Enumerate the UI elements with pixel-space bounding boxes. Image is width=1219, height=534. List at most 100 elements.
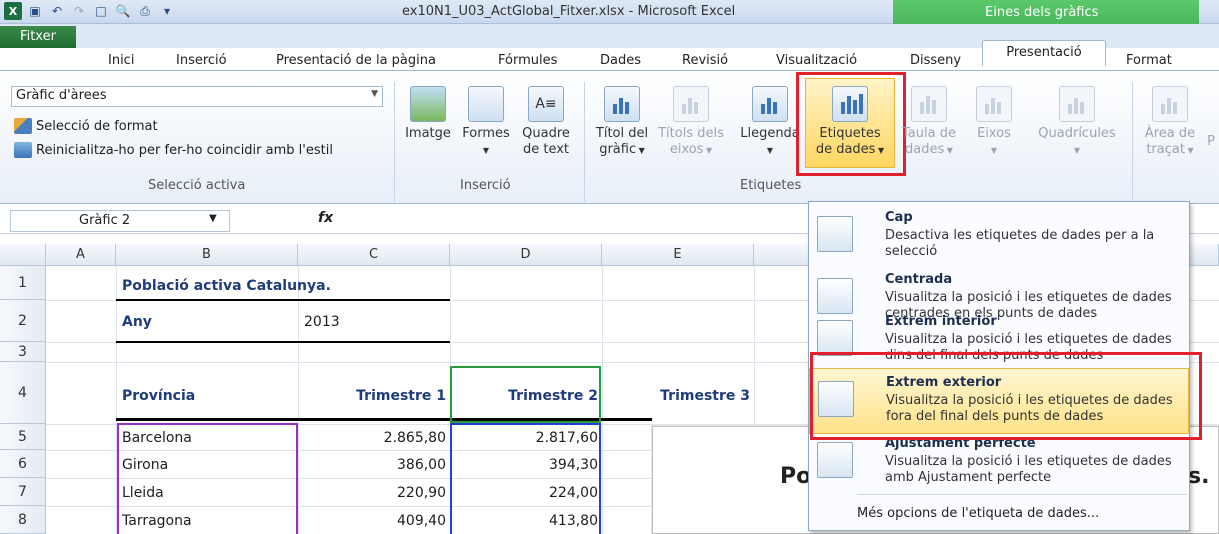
reset-style-icon — [14, 142, 32, 158]
reset-style-button[interactable]: Reinicialitza-ho per fer-ho coincidir am… — [14, 142, 333, 158]
chart-title-label-1: Títol del — [595, 126, 649, 141]
gridlines-button[interactable]: Quadrícules ▼ — [1026, 86, 1128, 159]
tab-file[interactable]: Fitxer — [0, 26, 76, 48]
data-labels-inside-end-icon — [817, 320, 853, 356]
tab-formulas[interactable]: Fórmules — [498, 53, 557, 68]
menu-item-none[interactable]: Cap Desactiva les etiquetes de dades per… — [809, 204, 1189, 266]
gridlines-label: Quadrícules — [1038, 126, 1116, 141]
cell-q1-value[interactable]: 220,90 — [300, 485, 446, 501]
save-icon[interactable]: ▣ — [26, 2, 44, 20]
plot-area-button[interactable]: Àrea de traçat ▼ — [1138, 86, 1202, 159]
column-header-d[interactable]: D — [450, 244, 602, 266]
row-header-4[interactable]: 4 — [0, 362, 46, 424]
customize-qat-icon[interactable]: ▾ — [158, 2, 176, 20]
gridline — [602, 266, 603, 534]
legend-label: Llegenda — [740, 126, 800, 141]
insert-shapes-label: Formes — [462, 126, 510, 141]
insert-textbox-button[interactable]: A≡ Quadre de text — [516, 86, 576, 158]
cell-e4-q3-header[interactable]: Trimestre 3 — [604, 388, 750, 404]
new-document-icon[interactable]: □ — [92, 2, 110, 20]
range-highlight-purple — [117, 423, 298, 534]
data-labels-none-icon — [817, 216, 853, 252]
picture-icon — [410, 86, 446, 122]
chart-title-label-2: gràfic — [599, 142, 637, 157]
name-box[interactable]: Gràfic 2 ▼ — [10, 210, 230, 232]
insert-function-icon[interactable]: fx — [318, 210, 333, 226]
shapes-icon — [468, 86, 504, 122]
tab-view[interactable]: Visualització — [776, 53, 857, 68]
select-all-corner[interactable] — [0, 244, 46, 266]
plot-area-label-1: Àrea de — [1144, 126, 1196, 141]
chart-title-button[interactable]: Títol del gràfic ▼ — [590, 86, 654, 159]
axis-titles-icon — [673, 86, 709, 122]
row-header-8[interactable]: 8 — [0, 506, 46, 534]
data-labels-best-fit-icon — [817, 442, 853, 478]
row-header-7[interactable]: 7 — [0, 478, 46, 506]
excel-app-icon[interactable]: X — [4, 2, 22, 20]
chart-tools-title: Eines dels gràfics — [985, 5, 1099, 20]
axis-titles-button[interactable]: Títols dels eixos ▼ — [654, 86, 728, 159]
legend-icon — [752, 86, 788, 122]
row-header-6[interactable]: 6 — [0, 450, 46, 478]
insert-picture-button[interactable]: Imatge — [398, 86, 458, 142]
undo-icon[interactable]: ↶ — [48, 2, 66, 20]
tab-format[interactable]: Format — [1126, 53, 1172, 68]
axes-button[interactable]: Eixos ▼ — [966, 86, 1022, 159]
window-title: ex10N1_U03_ActGlobal_Fitxer.xlsx - Micro… — [402, 4, 736, 19]
row-header-1[interactable]: 1 — [0, 266, 46, 300]
cell-q1-value[interactable]: 386,00 — [300, 457, 446, 473]
column-header-b[interactable]: B — [116, 244, 298, 266]
format-selection-label: Selecció de format — [36, 118, 158, 134]
tab-review[interactable]: Revisió — [682, 53, 728, 68]
menu-item-more-options[interactable]: Més opcions de l'etiqueta de dades... — [857, 506, 1099, 521]
textbox-icon: A≡ — [528, 86, 564, 122]
group-label-selection: Selecció activa — [148, 178, 246, 193]
chart-title-partial-right[interactable]: s. — [1188, 464, 1209, 489]
row-header-3[interactable]: 3 — [0, 342, 46, 362]
gridlines-icon — [1059, 86, 1095, 122]
tab-layout[interactable]: Presentació — [982, 40, 1106, 66]
tab-page-layout[interactable]: Presentació de la pàgina — [276, 53, 436, 68]
row-header-2[interactable]: 2 — [0, 300, 46, 342]
axis-titles-label-1: Títols dels — [658, 126, 724, 141]
range-highlight-blue — [450, 423, 601, 534]
menu-item-title: Centrada — [885, 272, 953, 287]
group-separator — [584, 82, 585, 202]
chevron-down-icon: ▼ — [703, 146, 713, 155]
chart-title-partial-left[interactable]: Po — [780, 464, 811, 489]
tab-data[interactable]: Dades — [600, 53, 641, 68]
column-header-c[interactable]: C — [298, 244, 450, 266]
tab-insert[interactable]: Inserció — [176, 53, 227, 68]
menu-item-description: Desactiva les etiquetes de dades per a l… — [885, 228, 1155, 259]
insert-shapes-button[interactable]: Formes ▼ — [458, 86, 514, 159]
print-icon[interactable]: ⎙ — [136, 2, 154, 20]
tab-design[interactable]: Disseny — [910, 53, 961, 68]
data-labels-annotation-box — [796, 72, 906, 176]
format-selection-button[interactable]: Selecció de format — [14, 118, 158, 134]
column-header-e[interactable]: E — [602, 244, 754, 266]
range-highlight-green — [450, 366, 601, 423]
cell-b1-title[interactable]: Població activa Catalunya. — [122, 278, 331, 294]
redo-icon[interactable]: ↷ — [70, 2, 88, 20]
cell-b4-province-header[interactable]: Província — [122, 388, 195, 404]
menu-separator — [857, 494, 1187, 495]
chart-elements-dropdown[interactable]: Gràfic d'àrees ▼ — [11, 86, 383, 107]
column-header-a[interactable]: A — [46, 244, 116, 266]
cell-border — [116, 299, 450, 301]
cell-c4-q1-header[interactable]: Trimestre 1 — [300, 388, 446, 404]
quick-access-toolbar: X ▣ ↶ ↷ □ 🔍 ⎙ ▾ — [4, 2, 176, 20]
cell-q1-value[interactable]: 2.865,80 — [300, 430, 446, 446]
data-table-label-2: dades — [905, 142, 945, 157]
menu-item-title: Extrem interior — [885, 314, 997, 329]
cell-c2-year-value[interactable]: 2013 — [304, 314, 340, 330]
data-table-button[interactable]: Taula de dades ▼ — [896, 86, 962, 159]
cell-q1-value[interactable]: 409,40 — [300, 513, 446, 529]
chevron-down-icon: ▼ — [1184, 146, 1194, 155]
chevron-down-icon: ▼ — [636, 146, 645, 155]
insert-picture-label: Imatge — [405, 126, 451, 141]
row-header-5[interactable]: 5 — [0, 424, 46, 450]
menu-item-title: Cap — [885, 210, 913, 225]
tab-home[interactable]: Inici — [108, 53, 134, 68]
cell-b2-year-label[interactable]: Any — [122, 314, 152, 330]
print-preview-icon[interactable]: 🔍 — [114, 2, 132, 20]
